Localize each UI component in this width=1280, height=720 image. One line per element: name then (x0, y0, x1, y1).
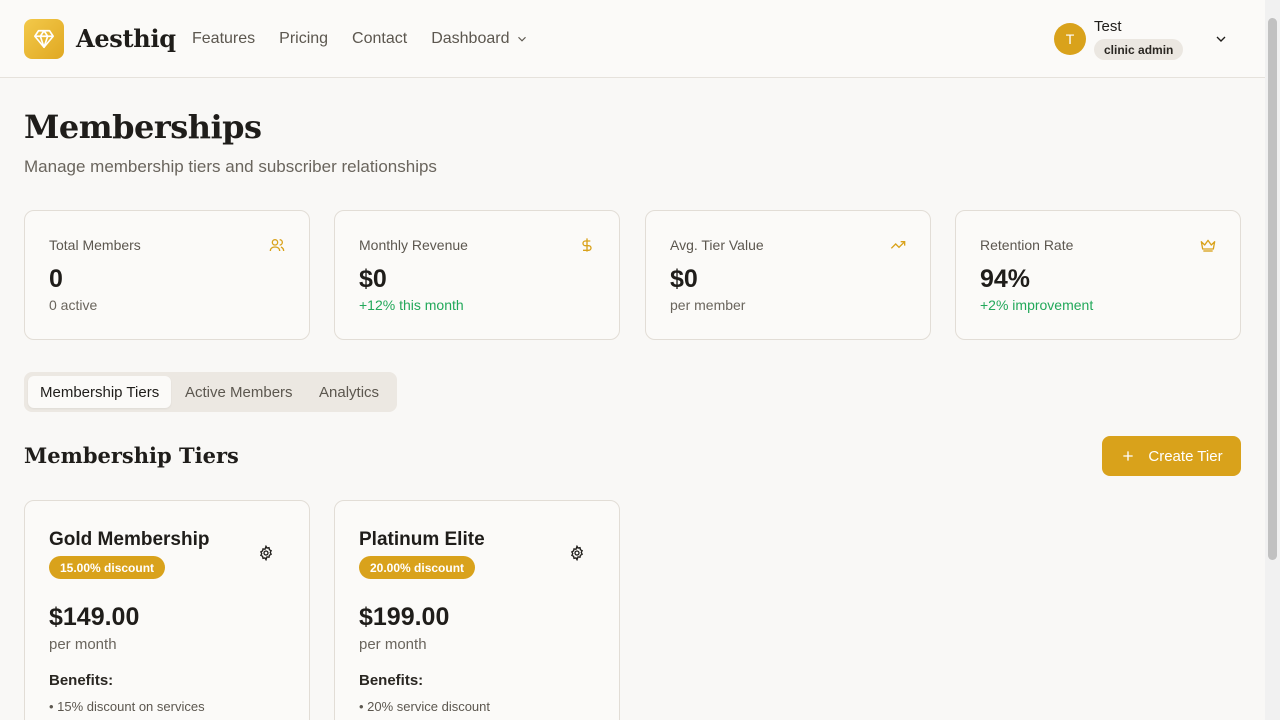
scrollbar-thumb[interactable] (1268, 18, 1277, 560)
tab-list: Membership Tiers Active Members Analytic… (24, 372, 397, 412)
tab-membership-tiers[interactable]: Membership Tiers (28, 376, 172, 408)
page-title: Memberships (24, 108, 262, 146)
benefits-label: Benefits: (49, 672, 114, 689)
stat-card-monthly-revenue: Monthly Revenue $0 +12% this month (334, 210, 620, 340)
stat-label: Monthly Revenue (359, 237, 468, 253)
tab-active-members[interactable]: Active Members (185, 376, 293, 408)
main-nav: Features Pricing Contact Dashboard (192, 30, 529, 48)
crown-icon (1200, 239, 1216, 252)
stat-sub: +2% improvement (980, 297, 1094, 313)
trending-up-icon (890, 241, 906, 249)
tier-name: Platinum Elite (359, 529, 485, 550)
tier-name: Gold Membership (49, 529, 210, 550)
stat-label: Retention Rate (980, 237, 1074, 253)
nav-dashboard[interactable]: Dashboard (431, 30, 529, 48)
nav-contact[interactable]: Contact (352, 30, 407, 48)
discount-badge: 15.00% discount (49, 556, 166, 579)
nav-features[interactable]: Features (192, 30, 255, 48)
tier-card-platinum: Platinum Elite 20.00% discount $199.00 p… (334, 500, 620, 720)
tier-price: $199.00 (359, 603, 450, 631)
logo-icon[interactable] (24, 19, 64, 59)
avatar[interactable]: T (1054, 23, 1086, 55)
discount-badge: 20.00% discount (359, 556, 476, 579)
stat-sub: 0 active (49, 297, 98, 313)
stat-label: Avg. Tier Value (670, 237, 764, 253)
stat-sub: per member (670, 297, 746, 313)
stat-card-retention-rate: Retention Rate 94% +2% improvement (955, 210, 1241, 340)
tier-period: per month (49, 636, 117, 653)
tab-analytics[interactable]: Analytics (319, 376, 379, 408)
benefits-label: Benefits: (359, 672, 424, 689)
user-menu-chevron-icon[interactable] (1213, 31, 1229, 47)
nav-dashboard-label: Dashboard (431, 30, 510, 47)
user-name: Test (1094, 18, 1122, 35)
stat-value: 0 (49, 265, 63, 293)
dollar-icon (582, 238, 592, 252)
tier-period: per month (359, 636, 427, 653)
benefit-item: • 15% discount on services (49, 699, 205, 714)
gear-icon[interactable] (258, 545, 274, 561)
stat-sub: +12% this month (359, 297, 464, 313)
stat-card-total-members: Total Members 0 0 active (24, 210, 310, 340)
create-tier-button[interactable]: Create Tier (1102, 436, 1241, 476)
stat-card-avg-tier-value: Avg. Tier Value $0 per member (645, 210, 931, 340)
stat-value: $0 (670, 265, 698, 293)
nav-pricing[interactable]: Pricing (279, 30, 328, 48)
page-subtitle: Manage membership tiers and subscriber r… (24, 157, 437, 176)
top-navbar: Aesthiq Features Pricing Contact Dashboa… (0, 0, 1265, 78)
stat-value: 94% (980, 265, 1031, 293)
role-badge: clinic admin (1094, 39, 1184, 60)
tier-price: $149.00 (49, 603, 140, 631)
chevron-down-icon (518, 36, 527, 42)
stat-label: Total Members (49, 237, 141, 253)
gear-icon[interactable] (569, 545, 585, 561)
benefit-item: • 20% service discount (359, 699, 491, 714)
section-title: Membership Tiers (24, 443, 239, 468)
stat-value: $0 (359, 265, 387, 293)
brand-name[interactable]: Aesthiq (76, 24, 176, 53)
tier-card-gold: Gold Membership 15.00% discount $149.00 … (24, 500, 310, 720)
create-tier-label: Create Tier (1148, 447, 1223, 465)
plus-icon (1123, 451, 1134, 461)
users-icon (269, 239, 285, 252)
